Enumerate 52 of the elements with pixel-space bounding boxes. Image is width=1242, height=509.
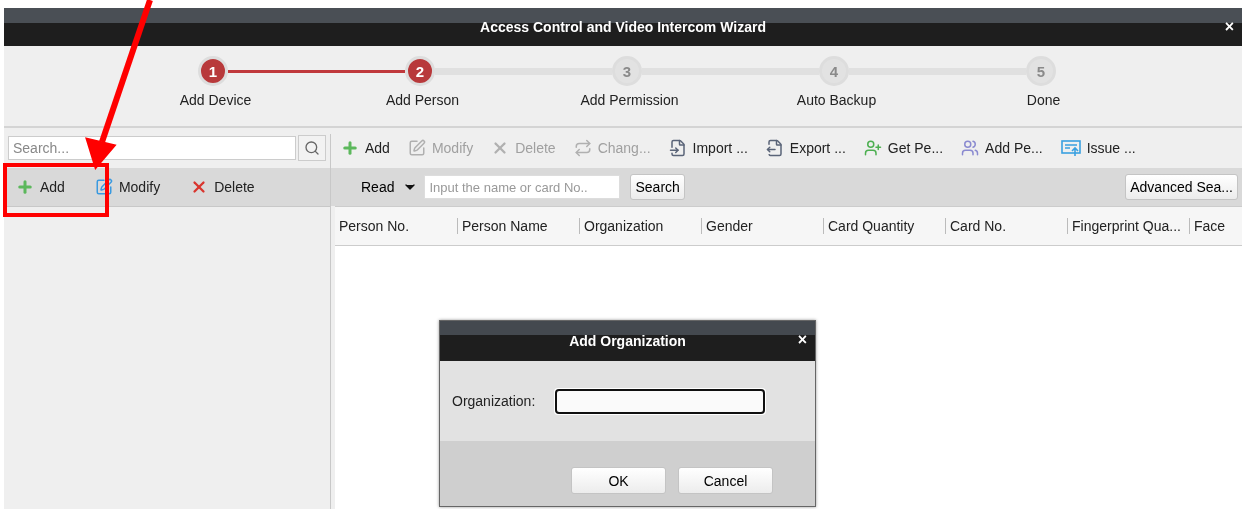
- search-button[interactable]: Search: [630, 174, 685, 200]
- close-button[interactable]: ×: [1224, 18, 1234, 36]
- file-export-icon: [765, 139, 784, 157]
- user-plus-icon: [863, 139, 882, 157]
- step-circle: 4: [819, 56, 849, 86]
- column-header[interactable]: Fingerprint Qua...: [1067, 218, 1189, 234]
- repeat-icon: [573, 139, 592, 157]
- column-header[interactable]: Person No.: [335, 218, 457, 234]
- column-header[interactable]: Face: [1189, 218, 1242, 234]
- plus-icon: [341, 139, 359, 157]
- dialog-title: Add Organization: [569, 333, 686, 349]
- step-circle: 5: [1026, 56, 1056, 86]
- column-header[interactable]: Organization: [579, 218, 701, 234]
- edit-icon: [94, 178, 113, 196]
- search-field[interactable]: Search...: [8, 136, 296, 160]
- column-header[interactable]: Card No.: [945, 218, 1067, 234]
- column-header[interactable]: Card Quantity: [823, 218, 945, 234]
- step-label: Add Device: [179, 92, 252, 108]
- dialog-button[interactable]: Cancel: [678, 467, 773, 494]
- toolbar-button[interactable]: Add: [335, 139, 396, 157]
- toolbar-button[interactable]: Get Pe...: [857, 139, 950, 157]
- toolbar-button[interactable]: Add: [10, 178, 71, 196]
- step-circle: 2: [405, 56, 435, 86]
- toolbar-button[interactable]: Issue ...: [1054, 139, 1142, 157]
- step-label: Add Permission: [580, 92, 679, 108]
- step-circle: 1: [198, 56, 228, 86]
- close-button[interactable]: ×: [797, 331, 807, 349]
- toolbar-button[interactable]: Import ...: [662, 139, 754, 157]
- advanced-search-button[interactable]: Advanced Sea...: [1125, 174, 1238, 200]
- column-header[interactable]: Person Name: [457, 218, 579, 234]
- users-icon: [961, 139, 980, 157]
- name-search-field[interactable]: Input the name or card No..: [424, 175, 621, 199]
- toolbar-button[interactable]: Export ...: [759, 139, 852, 157]
- organization-field[interactable]: [555, 388, 766, 414]
- toolbar-button[interactable]: Modify: [88, 178, 167, 196]
- window-title: Access Control and Video Intercom Wizard: [480, 19, 766, 35]
- step-label: Done: [1026, 92, 1061, 108]
- search-button[interactable]: [298, 135, 326, 161]
- column-header[interactable]: Gender: [701, 218, 823, 234]
- search-icon: [304, 140, 320, 156]
- toolbar-button[interactable]: Delete: [184, 178, 261, 196]
- read-dropdown[interactable]: Read: [361, 179, 419, 195]
- file-import-icon: [668, 139, 687, 157]
- dialog-button[interactable]: OK: [571, 467, 666, 494]
- edit-icon: [407, 139, 426, 157]
- plus-icon: [16, 178, 34, 196]
- card-upload-icon: [1060, 139, 1081, 157]
- step-label: Add Person: [385, 92, 460, 108]
- field-label: Organization:: [452, 393, 536, 409]
- toolbar-button[interactable]: Add Pe...: [955, 139, 1049, 157]
- step-label: Auto Backup: [796, 92, 877, 108]
- step-circle: 3: [612, 56, 642, 86]
